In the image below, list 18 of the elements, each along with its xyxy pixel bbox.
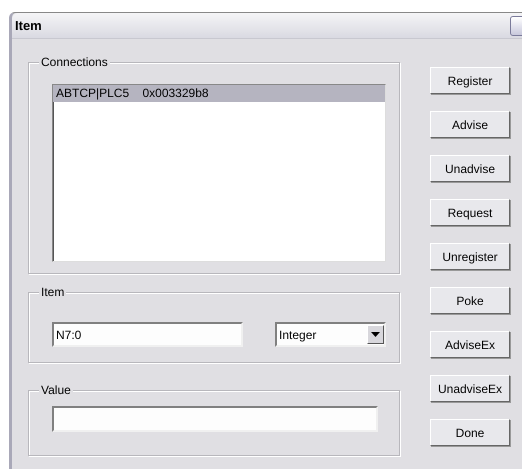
dialog-button[interactable]: Unadvise xyxy=(430,155,510,182)
group-label: Value xyxy=(39,383,73,397)
dropdown-arrow-icon xyxy=(371,332,380,337)
dialog-button[interactable]: UnadviseEx xyxy=(430,375,510,402)
type-dropdown[interactable]: Integer xyxy=(275,322,386,347)
dialog-button[interactable]: Advise xyxy=(430,111,510,138)
dialog-button[interactable]: Unregister xyxy=(430,243,510,270)
value-field[interactable] xyxy=(52,406,378,432)
dialog-button[interactable]: Request xyxy=(430,199,510,226)
window-title: Item xyxy=(15,18,42,33)
list-item[interactable]: ABTCP|PLC5 0x003329b8 xyxy=(53,85,385,102)
dialog-button[interactable]: Register xyxy=(430,67,510,94)
dialog-button[interactable]: Poke xyxy=(430,287,510,314)
dialog-button[interactable]: Done xyxy=(430,419,510,446)
item-field[interactable]: N7:0 xyxy=(52,322,243,347)
group-label: Item xyxy=(39,285,66,299)
group-label: Connections xyxy=(39,55,110,69)
dialog-button[interactable]: AdviseEx xyxy=(430,331,510,358)
